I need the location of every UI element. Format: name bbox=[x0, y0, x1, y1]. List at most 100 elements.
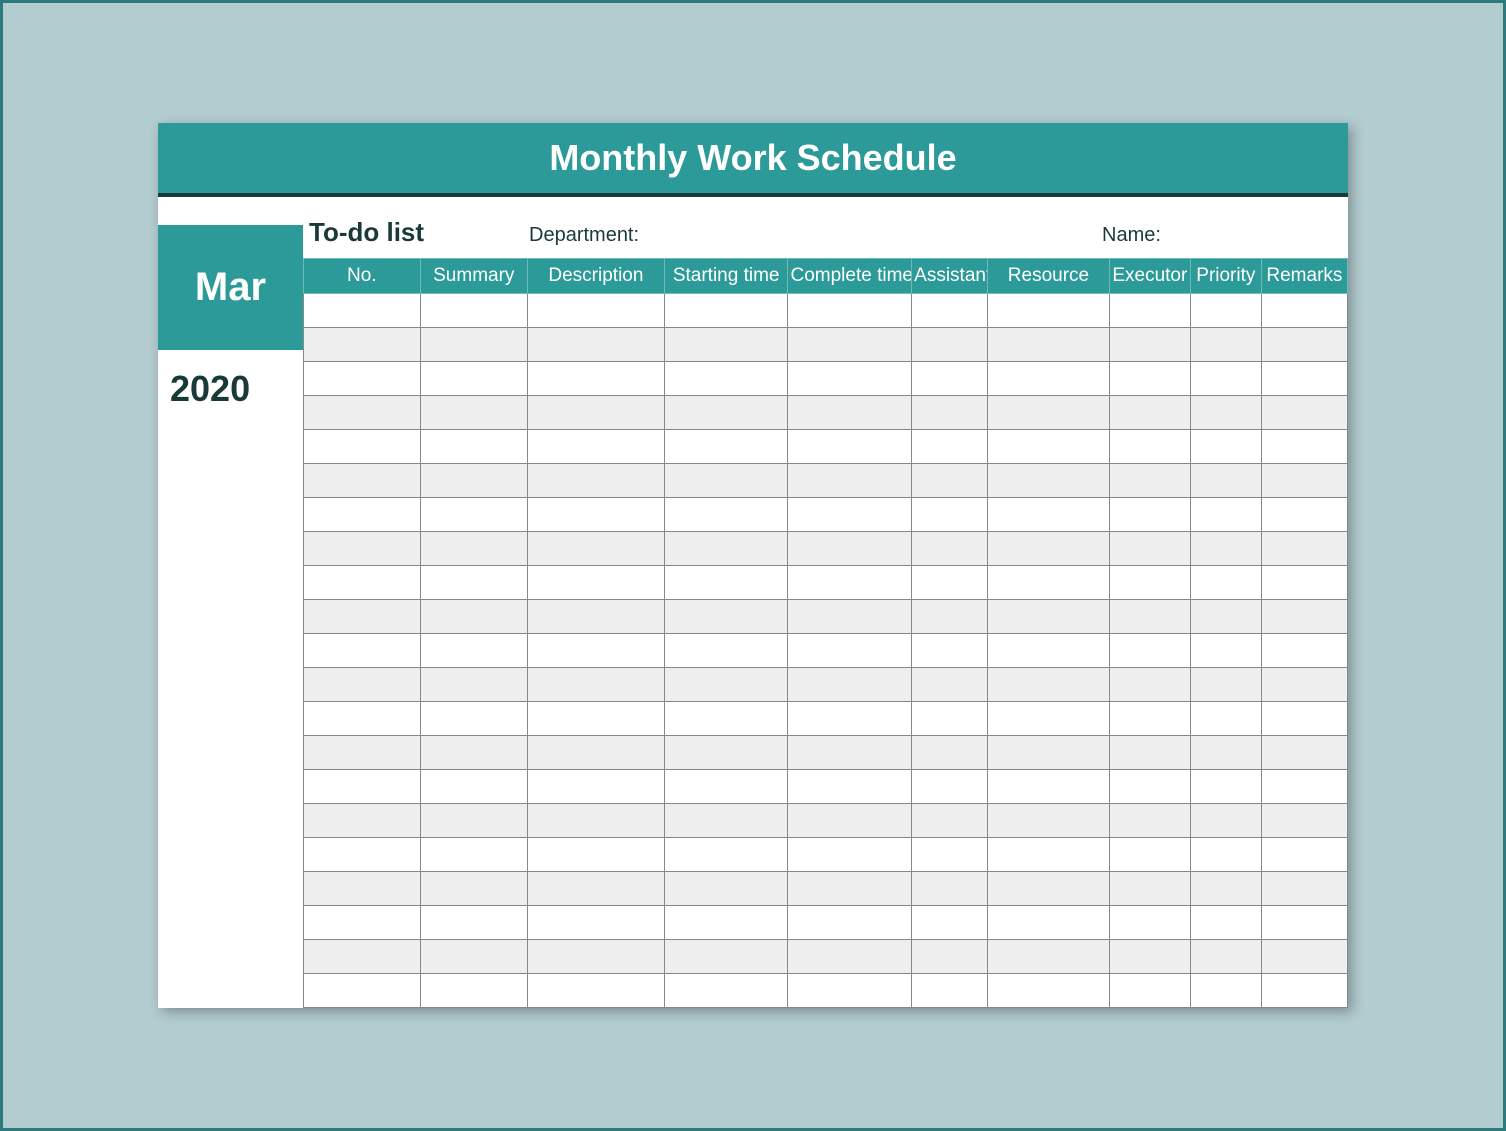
table-cell[interactable] bbox=[1261, 566, 1347, 600]
table-cell[interactable] bbox=[1190, 396, 1261, 430]
table-cell[interactable] bbox=[304, 294, 421, 328]
table-cell[interactable] bbox=[1109, 430, 1190, 464]
table-cell[interactable] bbox=[528, 668, 665, 702]
table-cell[interactable] bbox=[912, 804, 988, 838]
table-cell[interactable] bbox=[420, 736, 527, 770]
table-cell[interactable] bbox=[304, 328, 421, 362]
table-cell[interactable] bbox=[988, 294, 1110, 328]
table-row[interactable] bbox=[304, 328, 1348, 362]
table-cell[interactable] bbox=[528, 702, 665, 736]
table-cell[interactable] bbox=[304, 940, 421, 974]
table-cell[interactable] bbox=[420, 872, 527, 906]
table-cell[interactable] bbox=[912, 430, 988, 464]
table-cell[interactable] bbox=[420, 396, 527, 430]
table-cell[interactable] bbox=[988, 906, 1110, 940]
table-cell[interactable] bbox=[664, 770, 788, 804]
table-cell[interactable] bbox=[1109, 396, 1190, 430]
table-cell[interactable] bbox=[664, 906, 788, 940]
table-cell[interactable] bbox=[304, 362, 421, 396]
table-cell[interactable] bbox=[1109, 736, 1190, 770]
table-cell[interactable] bbox=[528, 838, 665, 872]
table-cell[interactable] bbox=[1109, 702, 1190, 736]
table-row[interactable] bbox=[304, 600, 1348, 634]
table-cell[interactable] bbox=[988, 974, 1110, 1008]
table-cell[interactable] bbox=[1261, 328, 1347, 362]
table-cell[interactable] bbox=[528, 872, 665, 906]
table-cell[interactable] bbox=[912, 770, 988, 804]
table-cell[interactable] bbox=[420, 974, 527, 1008]
table-cell[interactable] bbox=[304, 974, 421, 1008]
table-cell[interactable] bbox=[528, 804, 665, 838]
table-cell[interactable] bbox=[420, 940, 527, 974]
table-row[interactable] bbox=[304, 804, 1348, 838]
table-cell[interactable] bbox=[420, 430, 527, 464]
table-cell[interactable] bbox=[1190, 566, 1261, 600]
table-cell[interactable] bbox=[304, 600, 421, 634]
table-row[interactable] bbox=[304, 498, 1348, 532]
table-cell[interactable] bbox=[1190, 634, 1261, 668]
table-cell[interactable] bbox=[304, 770, 421, 804]
table-cell[interactable] bbox=[1190, 294, 1261, 328]
table-cell[interactable] bbox=[788, 940, 912, 974]
table-cell[interactable] bbox=[988, 600, 1110, 634]
table-cell[interactable] bbox=[528, 294, 665, 328]
table-cell[interactable] bbox=[1190, 736, 1261, 770]
table-cell[interactable] bbox=[912, 532, 988, 566]
table-cell[interactable] bbox=[1190, 940, 1261, 974]
table-cell[interactable] bbox=[788, 532, 912, 566]
table-cell[interactable] bbox=[912, 294, 988, 328]
table-cell[interactable] bbox=[1261, 838, 1347, 872]
table-cell[interactable] bbox=[664, 430, 788, 464]
table-cell[interactable] bbox=[988, 532, 1110, 566]
table-cell[interactable] bbox=[420, 600, 527, 634]
table-cell[interactable] bbox=[988, 634, 1110, 668]
table-cell[interactable] bbox=[528, 532, 665, 566]
table-row[interactable] bbox=[304, 362, 1348, 396]
table-cell[interactable] bbox=[528, 362, 665, 396]
table-row[interactable] bbox=[304, 294, 1348, 328]
table-cell[interactable] bbox=[1109, 532, 1190, 566]
table-cell[interactable] bbox=[912, 328, 988, 362]
table-cell[interactable] bbox=[788, 702, 912, 736]
table-cell[interactable] bbox=[304, 430, 421, 464]
table-cell[interactable] bbox=[420, 668, 527, 702]
table-cell[interactable] bbox=[788, 362, 912, 396]
table-cell[interactable] bbox=[304, 532, 421, 566]
table-cell[interactable] bbox=[420, 464, 527, 498]
table-row[interactable] bbox=[304, 940, 1348, 974]
table-cell[interactable] bbox=[1261, 770, 1347, 804]
table-row[interactable] bbox=[304, 770, 1348, 804]
table-cell[interactable] bbox=[304, 906, 421, 940]
table-cell[interactable] bbox=[528, 974, 665, 1008]
table-cell[interactable] bbox=[1190, 430, 1261, 464]
table-cell[interactable] bbox=[1109, 770, 1190, 804]
table-cell[interactable] bbox=[528, 464, 665, 498]
table-cell[interactable] bbox=[788, 396, 912, 430]
table-row[interactable] bbox=[304, 668, 1348, 702]
table-cell[interactable] bbox=[1109, 328, 1190, 362]
table-cell[interactable] bbox=[988, 498, 1110, 532]
table-cell[interactable] bbox=[988, 328, 1110, 362]
table-row[interactable] bbox=[304, 396, 1348, 430]
table-cell[interactable] bbox=[1109, 838, 1190, 872]
table-cell[interactable] bbox=[912, 498, 988, 532]
table-cell[interactable] bbox=[788, 906, 912, 940]
table-cell[interactable] bbox=[988, 804, 1110, 838]
table-cell[interactable] bbox=[988, 872, 1110, 906]
table-cell[interactable] bbox=[528, 328, 665, 362]
table-cell[interactable] bbox=[1261, 362, 1347, 396]
table-cell[interactable] bbox=[1261, 668, 1347, 702]
table-cell[interactable] bbox=[1261, 600, 1347, 634]
table-cell[interactable] bbox=[304, 838, 421, 872]
table-cell[interactable] bbox=[788, 600, 912, 634]
table-cell[interactable] bbox=[1261, 940, 1347, 974]
table-cell[interactable] bbox=[988, 702, 1110, 736]
table-cell[interactable] bbox=[304, 804, 421, 838]
table-cell[interactable] bbox=[664, 702, 788, 736]
table-row[interactable] bbox=[304, 974, 1348, 1008]
table-cell[interactable] bbox=[1190, 464, 1261, 498]
table-cell[interactable] bbox=[664, 940, 788, 974]
table-cell[interactable] bbox=[1261, 974, 1347, 1008]
table-cell[interactable] bbox=[1261, 872, 1347, 906]
table-cell[interactable] bbox=[788, 736, 912, 770]
